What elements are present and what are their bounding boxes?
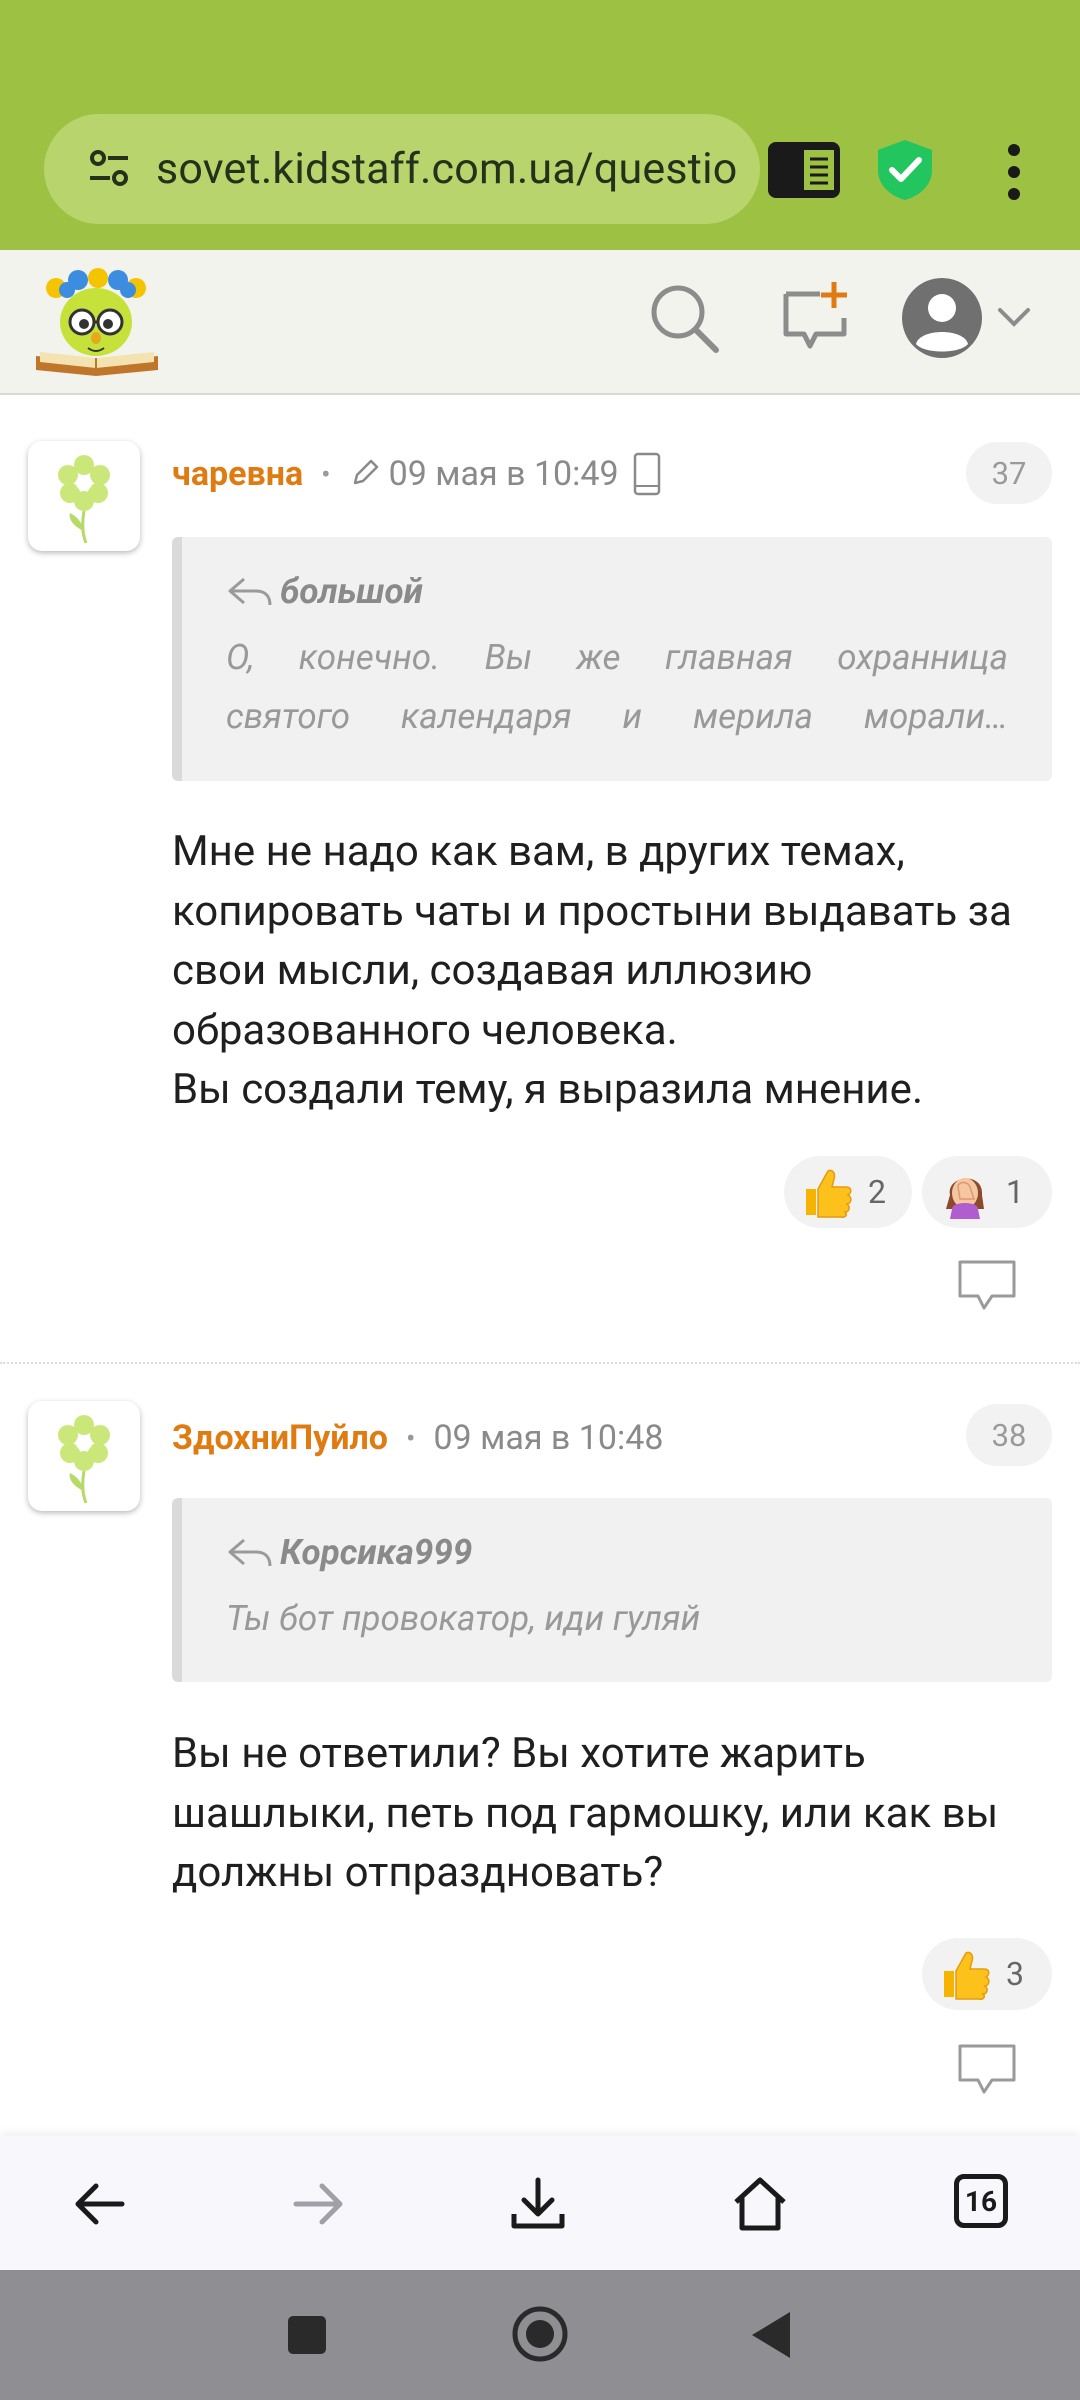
quote-author-name: большой — [280, 571, 423, 612]
tabs-count-button[interactable]: 16 — [954, 2174, 1008, 2228]
comment-date[interactable]: 09 мая в 10:49 — [389, 454, 619, 494]
comment-body: Мне не надо как вам, в других темах, коп… — [172, 822, 1052, 1120]
chevron-down-icon[interactable] — [996, 306, 1032, 330]
reaction-count: 1 — [1006, 1173, 1024, 1211]
body-line: образованного человека. — [172, 1005, 678, 1055]
reply-comment-icon[interactable] — [956, 1258, 1018, 1314]
quote-line: святого календаря и мерила морали… — [226, 696, 1008, 737]
reply-arrow-icon — [228, 577, 272, 605]
body-line: свои мысли, создавая иллюзию — [172, 946, 813, 995]
user-avatar-icon[interactable] — [900, 276, 984, 360]
quote-author[interactable]: большой — [226, 571, 1008, 612]
body-line: Вы создали тему, я выразила мнение. — [172, 1065, 924, 1114]
body-line: Мне не надо как вам, в других темах, — [172, 827, 905, 876]
comment-meta: ЗдохниПуйло • 09 мая в 10:48 — [172, 1418, 663, 1458]
comment-body: Вы не ответили? Вы хотите жарить шашлыки… — [172, 1724, 1052, 1903]
system-nav-bar — [0, 2270, 1080, 2400]
edited-pencil-icon — [353, 459, 378, 485]
url-text[interactable]: sovet.kidstaff.com.ua/questio — [156, 144, 736, 194]
shield-icon[interactable] — [874, 138, 936, 202]
user-avatar[interactable] — [28, 441, 140, 551]
separator-dot: • — [321, 457, 331, 491]
quote-author-name: Корсика999 — [280, 1532, 473, 1573]
flower-avatar-icon — [58, 455, 110, 544]
thumbs-up-icon — [806, 1169, 852, 1218]
comment-number[interactable]: 38 — [966, 1404, 1052, 1466]
reaction-count: 3 — [1006, 1955, 1024, 1993]
flower-avatar-icon — [58, 1415, 110, 1504]
new-post-icon[interactable] — [780, 280, 850, 352]
comment-divider — [0, 1362, 1080, 1364]
quote-line: О, конечно. Вы же главная охранница — [226, 637, 1008, 678]
body-line: шашлыки, петь под гармошку, или как вы — [172, 1788, 999, 1838]
comment-date[interactable]: 09 мая в 10:48 — [433, 1418, 663, 1458]
reader-mode-icon[interactable] — [768, 142, 840, 198]
quote-author[interactable]: Корсика999 — [226, 1532, 1008, 1573]
browser-toolbar: sovet.kidstaff.com.ua/questio — [0, 0, 1080, 250]
page: sovet.kidstaff.com.ua/questio чаревна • … — [0, 0, 1080, 2400]
home-circle-icon[interactable] — [510, 2304, 570, 2364]
back-triangle-icon[interactable] — [750, 2310, 792, 2360]
facepalm-icon — [946, 1178, 984, 1219]
body-line: Вы не ответили? Вы хотите жарить — [172, 1729, 866, 1778]
overflow-menu-icon[interactable] — [1000, 142, 1028, 202]
reply-arrow-icon — [228, 1538, 272, 1566]
site-logo[interactable] — [32, 266, 162, 378]
quote-block: Корсика999 Ты бот провокатор, иди гуляй — [172, 1498, 1052, 1682]
address-bar[interactable]: sovet.kidstaff.com.ua/questio — [44, 114, 760, 224]
forward-arrow-icon[interactable] — [288, 2174, 348, 2234]
back-arrow-icon[interactable] — [70, 2174, 130, 2234]
comment-author[interactable]: чаревна — [172, 454, 303, 494]
comment-number[interactable]: 37 — [966, 442, 1052, 504]
body-line: копировать чаты и простыни выдавать за — [172, 886, 1012, 936]
search-icon[interactable] — [648, 282, 720, 354]
recents-icon[interactable] — [288, 2316, 326, 2354]
site-header — [0, 250, 1080, 395]
reaction-thumbs-up[interactable]: 3 — [922, 1938, 1052, 2010]
download-icon[interactable] — [508, 2174, 568, 2234]
quote-line: Ты бот провокатор, иди гуляй — [226, 1598, 701, 1639]
home-icon[interactable] — [730, 2174, 790, 2234]
thumbs-up-icon — [944, 1951, 990, 2000]
body-line: должны отпраздновать? — [172, 1848, 664, 1897]
quote-block: большой О, конечно. Вы же главная охранн… — [172, 537, 1052, 781]
reply-comment-icon[interactable] — [956, 2042, 1018, 2098]
comment-meta: чаревна • 09 мая в 10:49 — [172, 452, 661, 496]
mobile-device-icon — [633, 452, 660, 496]
browser-bottom-bar: 16 — [0, 2136, 1080, 2270]
reaction-count: 2 — [868, 1173, 886, 1211]
comment-author[interactable]: ЗдохниПуйло — [172, 1418, 388, 1458]
user-avatar[interactable] — [28, 1401, 140, 1511]
reaction-facepalm[interactable]: 1 — [922, 1156, 1052, 1228]
separator-dot: • — [406, 1421, 416, 1455]
site-settings-icon[interactable] — [84, 144, 134, 194]
reaction-thumbs-up[interactable]: 2 — [784, 1156, 912, 1228]
